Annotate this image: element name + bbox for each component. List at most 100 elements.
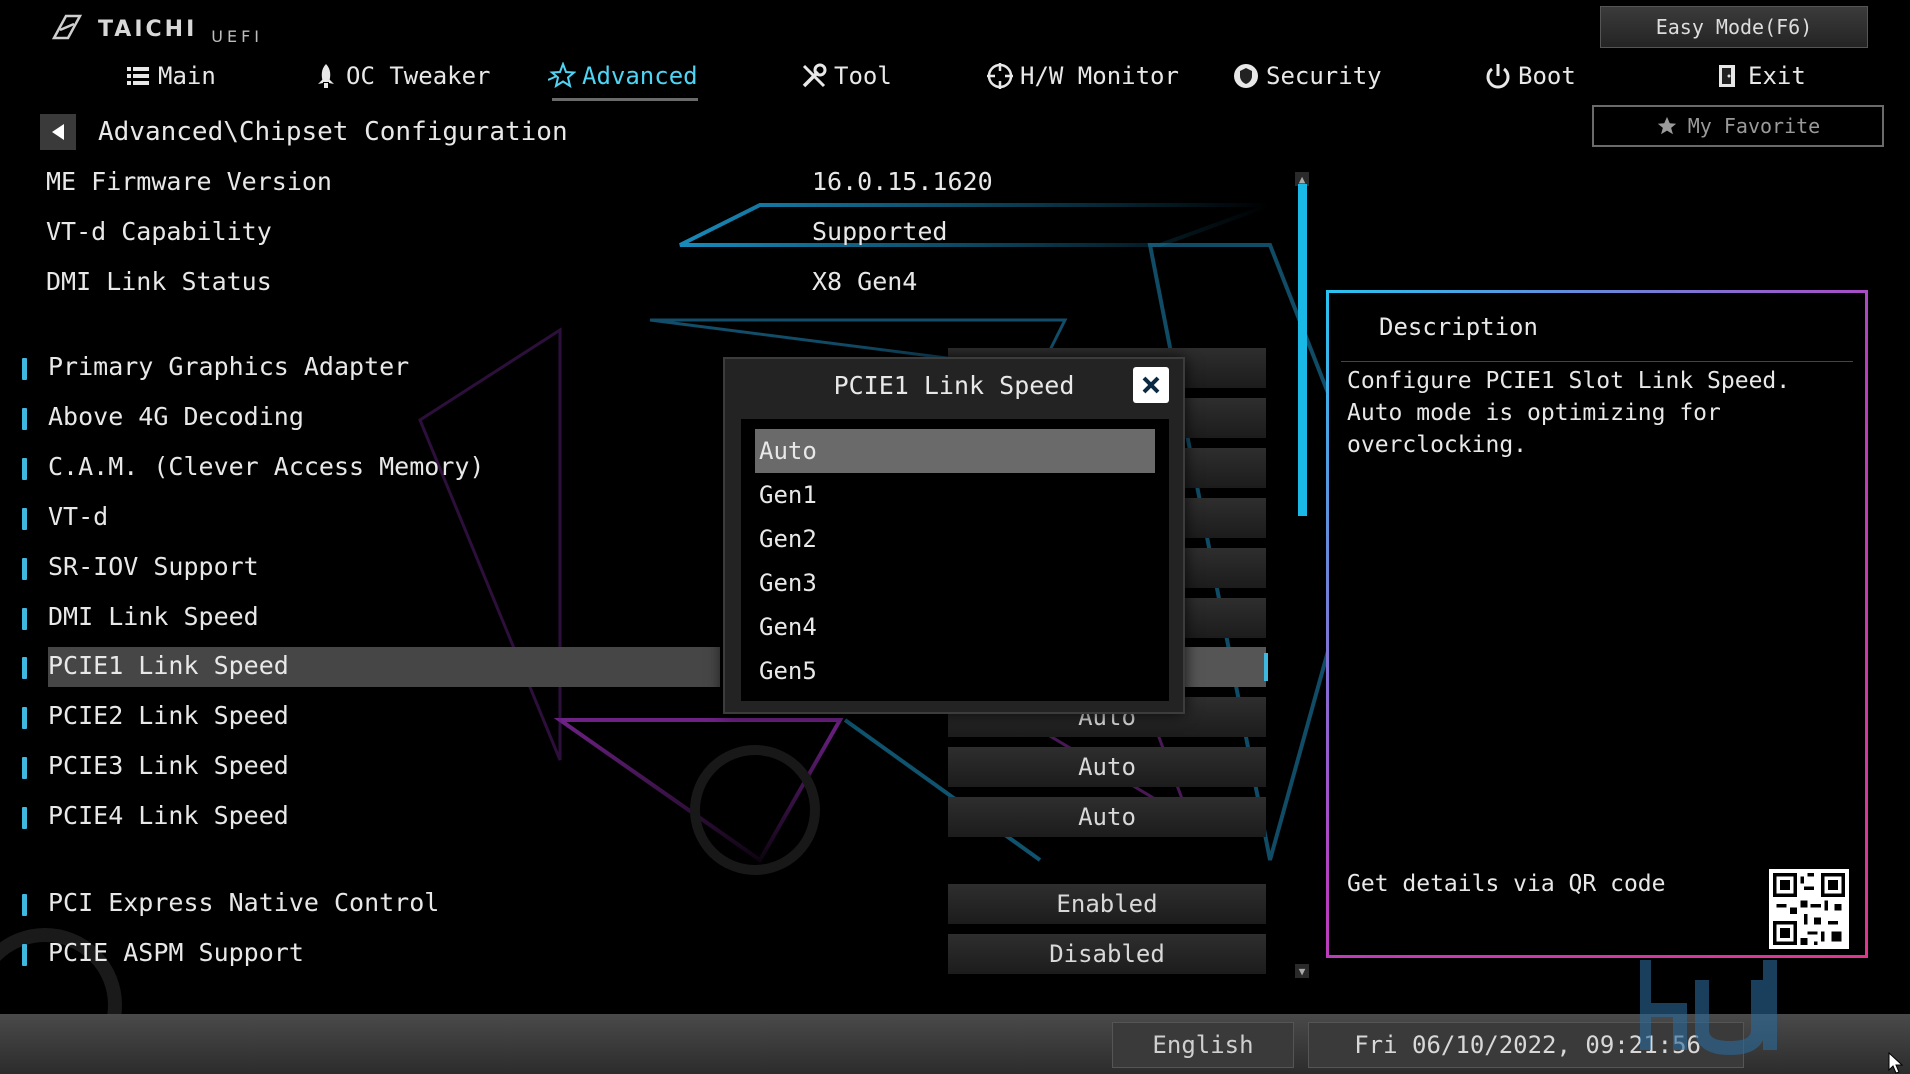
list-icon xyxy=(127,67,149,85)
shield-icon xyxy=(1234,64,1258,88)
setting-label: PCIE3 Link Speed xyxy=(48,751,289,780)
tab-advanced[interactable]: Advanced xyxy=(548,56,698,101)
easy-mode-button[interactable]: Easy Mode(F6) xyxy=(1600,6,1868,48)
scrollbar[interactable]: ▲ ▼ xyxy=(1295,172,1309,978)
popup-option-gen4[interactable]: Gen4 xyxy=(755,605,1155,649)
row-marker xyxy=(22,757,27,779)
info-label: DMI Link Status xyxy=(46,267,272,296)
setting-label: PCI Express Native Control xyxy=(48,888,440,917)
tab-boot-label: Boot xyxy=(1518,62,1576,90)
tab-hw-monitor-label: H/W Monitor xyxy=(1020,62,1179,90)
row-marker xyxy=(22,408,27,430)
row-marker xyxy=(22,608,27,630)
back-arrow-icon xyxy=(52,124,64,140)
scroll-down-icon[interactable]: ▼ xyxy=(1295,964,1309,978)
taichi-logo-icon xyxy=(51,14,83,40)
back-button[interactable] xyxy=(40,114,76,150)
brand-suffix: UEFI xyxy=(211,27,264,46)
popup-option-gen3[interactable]: Gen3 xyxy=(755,561,1155,605)
tab-boot[interactable]: Boot xyxy=(1484,56,1576,96)
brand-name: TAICHI xyxy=(98,17,198,42)
power-icon xyxy=(1486,64,1510,89)
tab-exit[interactable]: Exit xyxy=(1714,56,1806,96)
info-row-me-firmware: ME Firmware Version 16.0.15.1620 xyxy=(0,163,1280,203)
setting-label: C.A.M. (Clever Access Memory) xyxy=(48,452,485,481)
tab-main-label: Main xyxy=(158,62,216,90)
watermark-logo-icon xyxy=(1637,950,1900,1064)
star-icon xyxy=(548,62,576,89)
tab-security-label: Security xyxy=(1266,62,1382,90)
scroll-thumb[interactable] xyxy=(1298,184,1307,516)
close-button[interactable] xyxy=(1133,367,1169,403)
setting-label: SR-IOV Support xyxy=(48,552,259,581)
setting-row-pcie3-link-speed[interactable]: PCIE3 Link Speed Auto xyxy=(0,747,1280,787)
row-marker xyxy=(22,558,27,580)
row-marker xyxy=(22,894,27,916)
popup-option-gen1[interactable]: Gen1 xyxy=(755,473,1155,517)
popup-option-gen2[interactable]: Gen2 xyxy=(755,517,1155,561)
setting-label: Primary Graphics Adapter xyxy=(48,352,410,381)
tab-tool[interactable]: Tool xyxy=(800,56,892,96)
wrench-icon xyxy=(802,63,827,88)
info-row-dmi-link-status: DMI Link Status X8 Gen4 xyxy=(0,263,1280,303)
setting-label: PCIE1 Link Speed xyxy=(48,651,289,680)
popup-title: PCIE1 Link Speed xyxy=(833,371,1075,400)
setting-row-pcie4-link-speed[interactable]: PCIE4 Link Speed Auto xyxy=(0,797,1280,837)
setting-value-button[interactable]: Auto xyxy=(948,747,1266,787)
setting-row-pcie-aspm-support[interactable]: PCIE ASPM Support Disabled xyxy=(0,934,1280,974)
info-label: VT-d Capability xyxy=(46,217,272,246)
qr-code-icon xyxy=(1769,869,1849,949)
description-title: Description xyxy=(1379,313,1538,341)
description-divider xyxy=(1341,361,1853,362)
close-icon xyxy=(1142,376,1160,394)
setting-label: PCIE2 Link Speed xyxy=(48,701,289,730)
breadcrumb: Advanced\Chipset Configuration xyxy=(40,114,568,150)
popup-option-gen5[interactable]: Gen5 xyxy=(755,649,1155,693)
tab-oc-tweaker-label: OC Tweaker xyxy=(346,62,491,90)
setting-label: Above 4G Decoding xyxy=(48,402,304,431)
info-value: X8 Gen4 xyxy=(812,267,918,296)
qr-hint: Get details via QR code xyxy=(1347,871,1666,897)
info-row-vtd-capability: VT-d Capability Supported xyxy=(0,213,1280,253)
tab-hw-monitor[interactable]: H/W Monitor xyxy=(986,56,1179,96)
setting-label: PCIE4 Link Speed xyxy=(48,801,289,830)
setting-label: PCIE ASPM Support xyxy=(48,938,304,967)
crosshair-icon xyxy=(987,63,1013,89)
setting-value-button[interactable]: Auto xyxy=(948,797,1266,837)
setting-value-button[interactable]: Disabled xyxy=(948,934,1266,974)
row-marker xyxy=(22,707,27,729)
my-favorite-button[interactable]: My Favorite xyxy=(1592,105,1884,147)
row-marker xyxy=(22,807,27,829)
info-value: 16.0.15.1620 xyxy=(812,167,993,196)
setting-value-button[interactable]: Enabled xyxy=(948,884,1266,924)
mouse-pointer-icon xyxy=(1888,1052,1904,1074)
row-marker xyxy=(22,657,27,679)
main-tab-bar: Main OC Tweaker Advanced Tool H/W Monito… xyxy=(0,56,1910,101)
info-value: Supported xyxy=(812,217,948,246)
tab-exit-label: Exit xyxy=(1748,62,1806,90)
tab-security[interactable]: Security xyxy=(1232,56,1382,96)
tab-tool-label: Tool xyxy=(834,62,892,90)
row-marker xyxy=(22,358,27,380)
setting-label: DMI Link Speed xyxy=(48,602,259,631)
description-body: Configure PCIE1 Slot Link Speed. Auto mo… xyxy=(1347,368,1791,458)
star-icon xyxy=(1657,116,1676,135)
description-panel: Description Configure PCIE1 Slot Link Sp… xyxy=(1326,290,1868,958)
setting-label: VT-d xyxy=(48,502,109,531)
exit-door-icon xyxy=(1719,65,1735,87)
tab-main[interactable]: Main xyxy=(124,56,216,96)
my-favorite-label: My Favorite xyxy=(1687,114,1821,138)
info-label: ME Firmware Version xyxy=(46,167,332,196)
row-marker xyxy=(22,458,27,480)
tab-oc-tweaker[interactable]: OC Tweaker xyxy=(312,56,491,96)
brand-logo: TAICHI UEFI xyxy=(50,14,263,46)
popup-option-auto[interactable]: Auto xyxy=(755,429,1155,473)
rocket-icon xyxy=(318,64,334,88)
setting-row-pci-express-native-control[interactable]: PCI Express Native Control Enabled xyxy=(0,884,1280,924)
status-bar: English Fri 06/10/2022, 09:21:56 xyxy=(0,1014,1910,1074)
popup-option-list: Auto Gen1 Gen2 Gen3 Gen4 Gen5 xyxy=(741,419,1169,701)
row-marker xyxy=(22,508,27,530)
language-button[interactable]: English xyxy=(1112,1022,1294,1068)
row-marker xyxy=(22,944,27,966)
link-speed-popup: PCIE1 Link Speed Auto Gen1 Gen2 Gen3 Gen… xyxy=(723,357,1185,714)
